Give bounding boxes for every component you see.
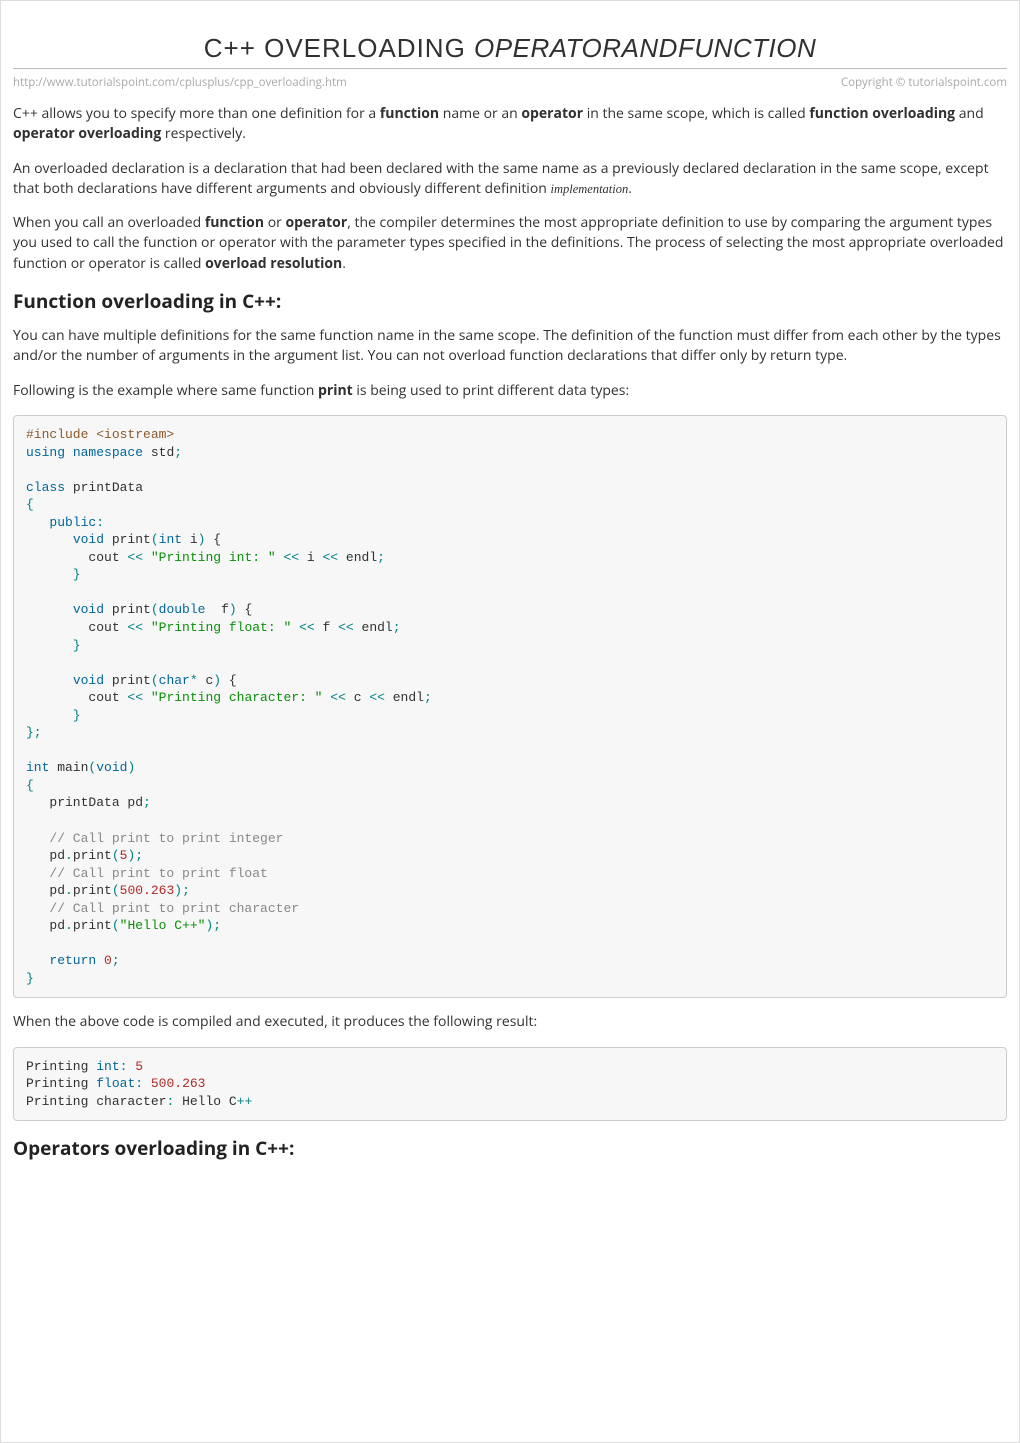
section-heading-function-overloading: Function overloading in C++: [13,288,1007,314]
intro-paragraph-1: C++ allows you to specify more than one … [13,104,1007,145]
section-heading-operators-overloading: Operators overloading in C++: [13,1135,1007,1161]
title-rule [13,68,1007,69]
title-main: C++ OVERLOADING [204,33,474,63]
code-block-1: #include <iostream> using namespace std;… [13,415,1007,999]
copyright-text: Copyright © tutorialspoint.com [841,75,1007,90]
meta-row: http://www.tutorialspoint.com/cplusplus/… [13,75,1007,90]
intro-paragraph-3: When you call an overloaded function or … [13,213,1007,274]
result-intro-paragraph: When the above code is compiled and exec… [13,1012,1007,1032]
function-overloading-paragraph-1: You can have multiple definitions for th… [13,326,1007,367]
function-overloading-paragraph-2: Following is the example where same func… [13,381,1007,401]
intro-paragraph-2: An overloaded declaration is a declarati… [13,159,1007,200]
code-block-2: Printing int: 5 Printing float: 500.263 … [13,1047,1007,1122]
source-url[interactable]: http://www.tutorialspoint.com/cplusplus/… [13,75,347,90]
page: C++ OVERLOADING OPERATORANDFUNCTION http… [0,0,1020,1443]
page-title: C++ OVERLOADING OPERATORANDFUNCTION [13,33,1007,64]
title-sub: OPERATORANDFUNCTION [474,33,816,63]
